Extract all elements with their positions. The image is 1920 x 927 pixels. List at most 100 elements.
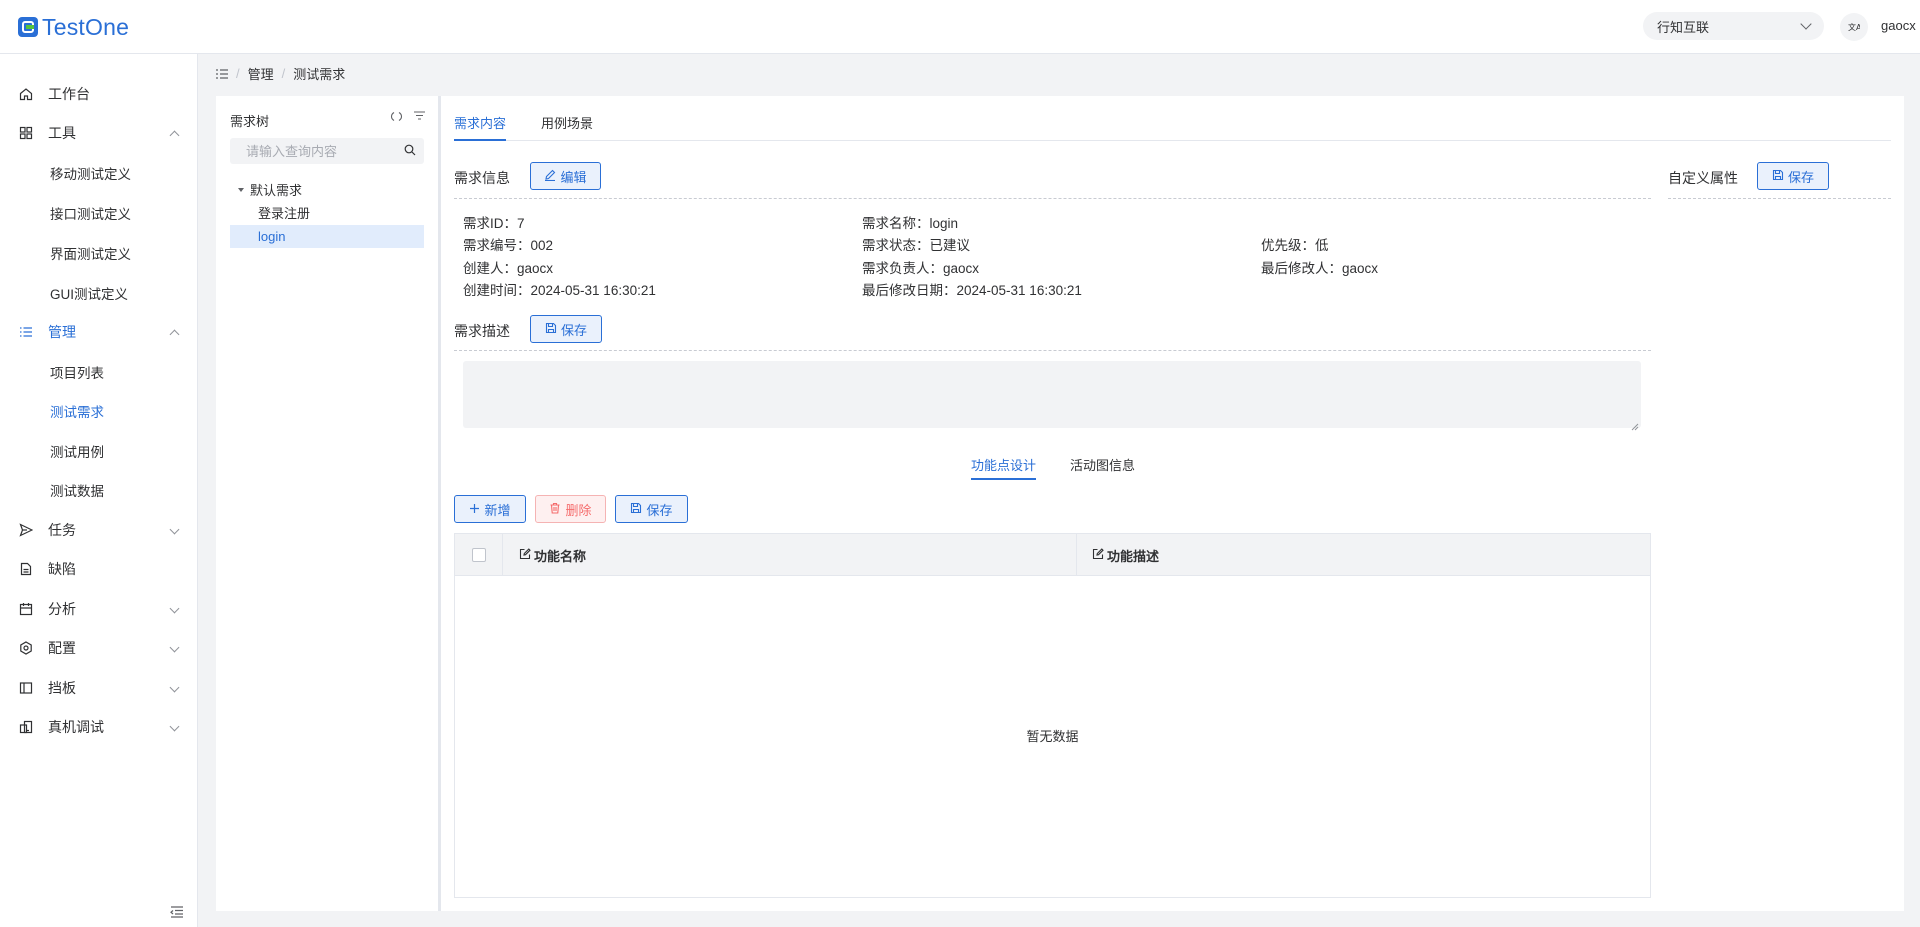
sidebar-item-label: 管理	[48, 324, 76, 340]
sidebar-subitem-label: 测试数据	[50, 484, 104, 499]
custom-attr-save-button[interactable]: 保存	[1757, 162, 1829, 190]
sidebar-subitem-label: GUI测试定义	[50, 287, 129, 302]
column-function-name[interactable]: 功能名称	[519, 534, 586, 576]
description-textarea[interactable]	[463, 361, 1641, 431]
tree-node-default-requirement[interactable]: 默认需求	[230, 178, 424, 201]
sidebar-item-analysis[interactable]: 分析	[0, 589, 198, 629]
sidebar-item-label: 工具	[48, 125, 76, 141]
edit-column-icon	[1092, 547, 1104, 563]
tab-activity-diagram[interactable]: 活动图信息	[1070, 455, 1135, 483]
requirement-detail-panel: 需求内容 用例场景 需求信息 编辑 自定义属性 保存 需求ID：7 需求名称：l…	[441, 96, 1904, 911]
sidebar-item-tools[interactable]: 工具	[0, 113, 198, 153]
collapse-sidebar-icon[interactable]	[170, 905, 184, 918]
sidebar-item-label: 挡板	[48, 680, 76, 696]
sidebar-subitem-test-cases[interactable]: 测试用例	[0, 431, 198, 471]
sidebar-subitem-label: 测试需求	[50, 405, 104, 420]
sidebar-item-label: 工作台	[48, 86, 90, 102]
table-save-button[interactable]: 保存	[615, 495, 688, 523]
sidebar: 工作台 工具 移动测试定义 接口测试定义 界面测试定义 GUI测试定义 管理 项…	[0, 54, 198, 927]
breadcrumb-item[interactable]: 管理	[248, 64, 274, 83]
sidebar-subitem-test-data[interactable]: 测试数据	[0, 470, 198, 510]
sidebar-subitem-project-list[interactable]: 项目列表	[0, 352, 198, 392]
breadcrumb-item-current: 测试需求	[293, 67, 346, 82]
org-selector-value: 行知互联	[1657, 19, 1710, 35]
field-creator: 创建人：gaocx	[463, 261, 554, 276]
delete-button[interactable]: 删除	[535, 495, 606, 523]
empty-state-text: 暂无数据	[1026, 729, 1079, 744]
sidebar-item-baffle[interactable]: 挡板	[0, 668, 198, 708]
tree-node-login[interactable]: login	[230, 225, 424, 248]
caret-down-icon[interactable]	[238, 187, 244, 192]
filter-icon[interactable]	[413, 110, 426, 126]
tree-node-label: 登录注册	[258, 206, 311, 221]
top-header: TestOne 行知互联 文A gaocx	[0, 0, 1920, 54]
sidebar-item-workbench[interactable]: 工作台	[0, 74, 198, 114]
chevron-down-icon	[169, 682, 180, 693]
logo-icon	[18, 17, 38, 37]
menu-toggle-icon[interactable]	[216, 68, 228, 79]
panel-icon	[18, 680, 34, 696]
sidebar-subitem-label: 移动测试定义	[50, 167, 131, 182]
delete-button-label: 删除	[565, 502, 592, 518]
tab-requirement-content[interactable]: 需求内容	[454, 113, 507, 141]
sidebar-item-label: 配置	[48, 640, 76, 656]
breadcrumb-separator: /	[281, 66, 286, 81]
sidebar-item-config[interactable]: 配置	[0, 628, 198, 668]
field-priority: 优先级：低	[1261, 238, 1329, 253]
send-icon	[18, 522, 34, 538]
tab-case-scenarios[interactable]: 用例场景	[541, 113, 593, 141]
divider	[1668, 198, 1891, 199]
sidebar-item-defects[interactable]: 缺陷	[0, 549, 198, 589]
org-selector[interactable]: 行知互联	[1643, 12, 1824, 40]
tab-function-design[interactable]: 功能点设计	[971, 455, 1037, 480]
edit-icon	[544, 169, 556, 184]
divider	[454, 198, 1651, 199]
save-button-label: 保存	[1787, 169, 1814, 185]
sidebar-subitem-ui-test[interactable]: 界面测试定义	[0, 233, 198, 273]
edit-button[interactable]: 编辑	[530, 162, 601, 190]
app-logo[interactable]: TestOne	[18, 14, 129, 40]
logo-text: TestOne	[42, 13, 130, 40]
sidebar-item-label: 任务	[48, 522, 76, 538]
translate-icon[interactable]: 文A	[1840, 13, 1868, 41]
user-name[interactable]: gaocx	[1881, 18, 1916, 33]
desc-section-title: 需求描述	[454, 323, 510, 339]
tree-node-login-register[interactable]: 登录注册	[230, 201, 424, 224]
sidebar-subitem-test-requirements[interactable]: 测试需求	[0, 391, 198, 431]
add-button[interactable]: 新增	[454, 495, 526, 523]
resize-grip-icon[interactable]	[1631, 418, 1639, 431]
save-button-label: 保存	[560, 322, 587, 338]
sidebar-item-tasks[interactable]: 任务	[0, 510, 198, 550]
divider	[454, 350, 1651, 351]
sidebar-item-management[interactable]: 管理	[0, 312, 198, 352]
tree-node-label: 默认需求	[250, 183, 303, 198]
sidebar-subitem-mobile-test[interactable]: 移动测试定义	[0, 153, 198, 193]
sidebar-subitem-gui-test[interactable]: GUI测试定义	[0, 273, 198, 313]
calendar-icon	[18, 601, 34, 617]
chevron-down-icon	[1800, 18, 1812, 30]
add-button-label: 新增	[484, 502, 511, 518]
sidebar-item-label: 缺陷	[48, 561, 76, 577]
svg-text:文A: 文A	[1848, 22, 1860, 32]
select-all-checkbox[interactable]	[471, 548, 486, 562]
list-icon	[18, 324, 34, 340]
field-requirement-code: 需求编号：002	[463, 238, 554, 253]
device-icon	[18, 719, 34, 735]
document-icon	[18, 561, 34, 577]
chevron-up-icon	[169, 130, 180, 141]
column-label: 功能名称	[534, 548, 587, 564]
search-icon[interactable]	[404, 143, 416, 159]
sidebar-item-device-debug[interactable]: 真机调试	[0, 707, 198, 747]
refresh-icon[interactable]	[390, 110, 403, 126]
field-modified-date: 最后修改日期：2024-05-31 16:30:21	[862, 283, 1082, 298]
sidebar-subitem-label: 项目列表	[50, 366, 104, 381]
info-section-title: 需求信息	[454, 170, 510, 186]
tree-search-input[interactable]	[246, 143, 396, 159]
column-function-desc[interactable]: 功能描述	[1092, 534, 1159, 576]
desc-save-button[interactable]: 保存	[530, 315, 602, 343]
edit-button-label: 编辑	[560, 169, 587, 185]
select-all-cell	[455, 534, 503, 576]
field-requirement-id: 需求ID：7	[463, 216, 525, 231]
sidebar-subitem-api-test[interactable]: 接口测试定义	[0, 193, 198, 233]
field-created-time: 创建时间：2024-05-31 16:30:21	[463, 283, 656, 298]
